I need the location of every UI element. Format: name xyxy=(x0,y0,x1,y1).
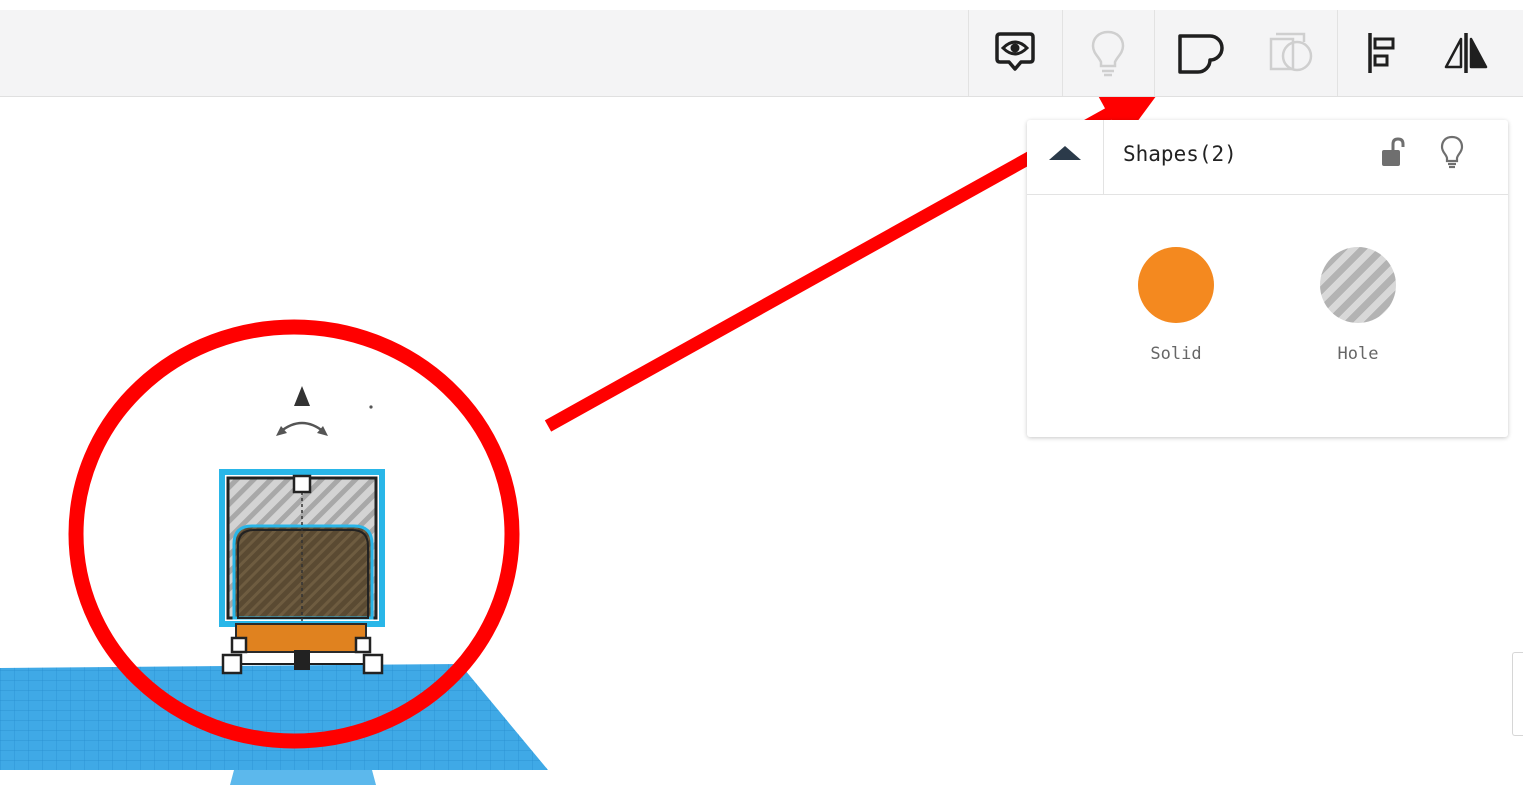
side-handle xyxy=(294,650,310,670)
toolbar xyxy=(0,0,1523,97)
align-button[interactable] xyxy=(1351,10,1409,96)
corner-handle xyxy=(354,636,372,654)
lock-open-icon[interactable] xyxy=(1379,136,1405,170)
toolbar-divider xyxy=(1337,10,1338,96)
group-icon xyxy=(1178,34,1224,74)
toolbar-divider xyxy=(968,10,969,96)
corner-handle xyxy=(221,653,243,675)
collapse-triangle-icon xyxy=(1049,146,1081,160)
hole-swatch[interactable] xyxy=(1320,247,1396,323)
mirror-button[interactable] xyxy=(1437,10,1495,96)
solid-label: Solid xyxy=(1150,344,1202,364)
collapse-panel-button[interactable] xyxy=(1027,120,1104,194)
height-handle xyxy=(292,474,312,494)
hole-label: Hole xyxy=(1337,344,1379,364)
show-notes-icon xyxy=(995,32,1035,71)
align-icon xyxy=(1368,33,1395,73)
lightbulb-button[interactable] xyxy=(1079,10,1137,96)
lift-handle[interactable] xyxy=(276,386,328,436)
group-button[interactable] xyxy=(1170,10,1228,96)
show-notes-button[interactable] xyxy=(986,10,1044,96)
corner-handle xyxy=(362,653,384,675)
panel-header: Shapes(2) xyxy=(1027,120,1508,195)
side-panel-tab[interactable] xyxy=(1512,652,1523,736)
lightbulb-icon xyxy=(1091,30,1125,77)
panel-title: Shapes(2) xyxy=(1123,142,1237,166)
workplane-grid[interactable] xyxy=(0,664,548,785)
corner-handle xyxy=(230,636,248,654)
shape-inspector-panel: Shapes(2) Solid Hole xyxy=(1027,120,1508,437)
solid-swatch[interactable] xyxy=(1138,247,1214,323)
toolbar-divider xyxy=(1062,10,1063,96)
toolbar-divider xyxy=(1154,10,1155,96)
lightbulb-icon[interactable] xyxy=(1439,134,1465,170)
mirror-icon xyxy=(1444,33,1488,73)
ungroup-button[interactable] xyxy=(1262,10,1320,96)
ungroup-icon xyxy=(1269,32,1313,72)
selected-shapes[interactable] xyxy=(219,469,385,675)
